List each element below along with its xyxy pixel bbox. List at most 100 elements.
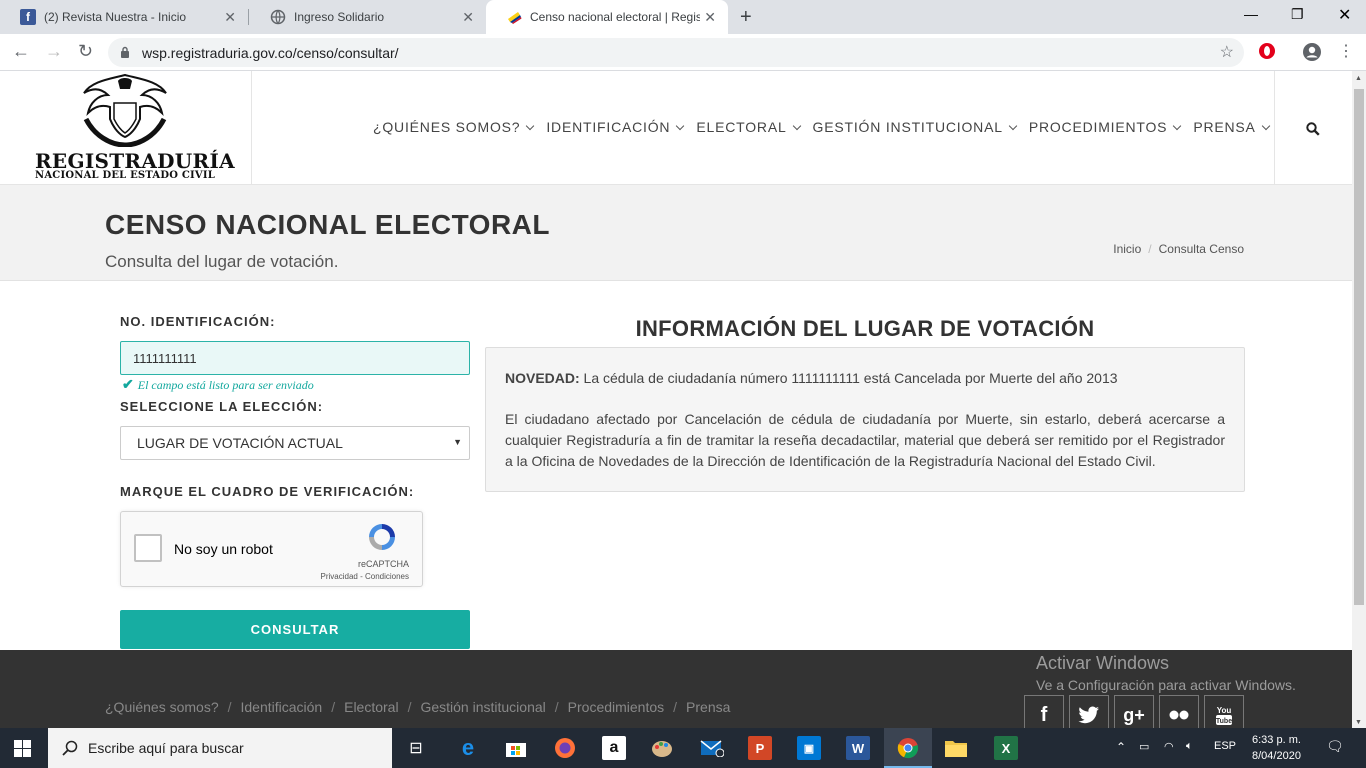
site-header: REGISTRADURÍA NACIONAL DEL ESTADO CIVIL … bbox=[0, 71, 1352, 185]
nav-identificacion[interactable]: IDENTIFICACIÓN bbox=[546, 119, 685, 135]
svg-text:You: You bbox=[1217, 706, 1232, 715]
menu-dots-icon[interactable]: ⋮ bbox=[1338, 41, 1354, 61]
site-search-button[interactable] bbox=[1274, 71, 1352, 185]
chevron-down-icon bbox=[1261, 121, 1270, 130]
consultar-button[interactable]: CONSULTAR bbox=[120, 610, 470, 649]
tab-ingreso[interactable]: Ingreso Solidario ✕ bbox=[250, 0, 486, 34]
store-icon[interactable] bbox=[504, 736, 528, 760]
breadcrumb-home-link[interactable]: Inicio bbox=[1113, 242, 1141, 256]
close-window-icon[interactable]: ✕ bbox=[1338, 5, 1351, 25]
chrome-icon[interactable] bbox=[896, 736, 920, 760]
remote-desktop-icon[interactable]: ▣ bbox=[797, 736, 821, 760]
recaptcha-label: No soy un robot bbox=[174, 541, 273, 557]
nav-gestion-institucional[interactable]: GESTIÓN INSTITUCIONAL bbox=[813, 119, 1018, 135]
recaptcha-widget: No soy un robot reCAPTCHA Privacidad - C… bbox=[120, 511, 423, 587]
chevron-up-icon[interactable]: ⌃ bbox=[1116, 740, 1126, 754]
firefox-icon[interactable] bbox=[553, 736, 577, 760]
verify-label: MARQUE EL CUADRO DE VERIFICACIÓN: bbox=[120, 484, 415, 499]
search-icon bbox=[1306, 122, 1320, 136]
tab-revista[interactable]: f (2) Revista Nuestra - Inicio ✕ bbox=[0, 0, 248, 34]
chevron-down-icon bbox=[526, 121, 535, 130]
paint-icon[interactable] bbox=[650, 736, 674, 760]
breadcrumb-current: Consulta Censo bbox=[1158, 242, 1244, 256]
page-title-band: CENSO NACIONAL ELECTORAL Consulta del lu… bbox=[0, 185, 1352, 281]
edge-icon[interactable]: e bbox=[456, 735, 480, 760]
election-select[interactable]: LUGAR DE VOTACIÓN ACTUAL ▼ bbox=[120, 426, 470, 460]
coat-of-arms-icon bbox=[83, 73, 167, 147]
windows-start-icon[interactable] bbox=[14, 740, 31, 757]
footer-links: ¿Quiénes somos? / Identificación / Electoral… bbox=[105, 699, 731, 715]
id-input[interactable] bbox=[120, 341, 470, 375]
recaptcha-links[interactable]: Privacidad - Condiciones bbox=[321, 572, 410, 581]
file-explorer-icon[interactable] bbox=[944, 736, 968, 760]
powerpoint-icon[interactable]: P bbox=[748, 736, 772, 760]
url-text: wsp.registraduria.gov.co/censo/consultar… bbox=[142, 44, 399, 61]
language-indicator[interactable]: ESP bbox=[1214, 740, 1236, 752]
scroll-thumb[interactable] bbox=[1354, 89, 1364, 605]
chevron-down-icon bbox=[1008, 121, 1018, 130]
recaptcha-brand: reCAPTCHA bbox=[357, 559, 409, 569]
page-scrollbar[interactable]: ▲ ▼ bbox=[1352, 71, 1366, 728]
new-tab-icon[interactable]: + bbox=[740, 6, 752, 29]
tab-title: Censo nacional electoral | Regist bbox=[530, 10, 700, 24]
reload-icon[interactable]: ↻ bbox=[78, 41, 93, 62]
nav-prensa[interactable]: PRENSA bbox=[1193, 119, 1270, 135]
clock[interactable]: 6:33 p. m. 8/04/2020 bbox=[1252, 732, 1301, 764]
check-icon: ✔ bbox=[122, 378, 134, 393]
close-tab-icon[interactable]: ✕ bbox=[704, 9, 716, 26]
tab-censo[interactable]: Censo nacional electoral | Regist ✕ bbox=[486, 0, 728, 34]
volume-icon[interactable]: 🔈︎ bbox=[1186, 740, 1193, 753]
wifi-icon[interactable]: ◠ bbox=[1164, 740, 1174, 753]
nav-electoral[interactable]: ELECTORAL bbox=[696, 119, 801, 135]
logo[interactable]: REGISTRADURÍA NACIONAL DEL ESTADO CIVIL bbox=[0, 71, 252, 185]
back-icon[interactable]: ← bbox=[12, 41, 30, 62]
excel-icon[interactable]: X bbox=[994, 736, 1018, 760]
close-tab-icon[interactable]: ✕ bbox=[224, 9, 236, 26]
taskbar-search-placeholder: Escribe aquí para buscar bbox=[88, 740, 244, 756]
opera-extension-icon[interactable] bbox=[1258, 42, 1276, 60]
page-subtitle: Consulta del lugar de votación. bbox=[105, 252, 339, 271]
browser-tab-strip: f (2) Revista Nuestra - Inicio ✕ Ingreso… bbox=[0, 0, 1366, 34]
election-selected-value: LUGAR DE VOTACIÓN ACTUAL bbox=[137, 435, 343, 451]
nav-procedimientos[interactable]: PROCEDIMIENTOS bbox=[1029, 119, 1182, 135]
novedad-text: NOVEDAD: La cédula de ciudadanía número … bbox=[505, 370, 1118, 386]
id-label: NO. IDENTIFICACIÓN: bbox=[120, 314, 276, 329]
logo-subtitle: NACIONAL DEL ESTADO CIVIL bbox=[35, 170, 215, 181]
clock-date: 8/04/2020 bbox=[1252, 750, 1301, 762]
address-bar[interactable]: wsp.registraduria.gov.co/censo/consultar… bbox=[108, 38, 1244, 67]
profile-icon[interactable] bbox=[1302, 42, 1322, 62]
notifications-icon[interactable]: 🗨︎ bbox=[1326, 738, 1344, 755]
footer-link-quienes-somos[interactable]: ¿Quiénes somos? bbox=[105, 699, 219, 715]
clock-time: 6:33 p. m. bbox=[1252, 734, 1301, 746]
forward-icon[interactable]: → bbox=[45, 41, 63, 62]
activate-windows-title: Activar Windows bbox=[1036, 653, 1170, 673]
dropdown-arrow-icon: ▼ bbox=[453, 437, 462, 447]
info-box: NOVEDAD: La cédula de ciudadanía número … bbox=[485, 347, 1245, 492]
browser-toolbar: ← → ↻ wsp.registraduria.gov.co/censo/con… bbox=[0, 34, 1366, 71]
info-title: INFORMACIÓN DEL LUGAR DE VOTACIÓN bbox=[635, 316, 1095, 341]
footer-link-prensa[interactable]: Prensa bbox=[686, 699, 730, 715]
footer-link-procedimientos[interactable]: Procedimientos bbox=[568, 699, 665, 715]
activate-windows-subtitle: Ve a Configuración para activar Windows. bbox=[1036, 677, 1296, 693]
amazon-icon[interactable]: a bbox=[602, 736, 626, 760]
bookmark-star-icon[interactable]: ☆ bbox=[1220, 42, 1234, 62]
footer-link-gestion[interactable]: Gestión institucional bbox=[420, 699, 545, 715]
task-view-icon[interactable]: ⊟ bbox=[404, 736, 428, 760]
footer-link-electoral[interactable]: Electoral bbox=[344, 699, 398, 715]
colombia-flag-icon bbox=[506, 9, 522, 25]
search-icon bbox=[62, 740, 78, 756]
nav-quienes-somos[interactable]: ¿QUIÉNES SOMOS? bbox=[373, 119, 535, 135]
recaptcha-checkbox[interactable] bbox=[134, 534, 162, 562]
tab-title: Ingreso Solidario bbox=[294, 10, 385, 24]
battery-icon[interactable]: ▭ bbox=[1139, 740, 1149, 753]
windows-taskbar: Escribe aquí para buscar ⊟ e a P ▣ W X ⌃… bbox=[0, 728, 1366, 768]
taskbar-search[interactable]: Escribe aquí para buscar bbox=[48, 728, 392, 768]
footer-link-identificacion[interactable]: Identificación bbox=[241, 699, 323, 715]
minimize-icon[interactable]: — bbox=[1244, 6, 1258, 22]
tab-title: (2) Revista Nuestra - Inicio bbox=[44, 10, 187, 24]
restore-icon[interactable]: ❐ bbox=[1291, 6, 1304, 23]
globe-icon bbox=[270, 9, 286, 25]
close-tab-icon[interactable]: ✕ bbox=[462, 9, 474, 26]
mail-icon[interactable] bbox=[700, 736, 724, 760]
word-icon[interactable]: W bbox=[846, 736, 870, 760]
